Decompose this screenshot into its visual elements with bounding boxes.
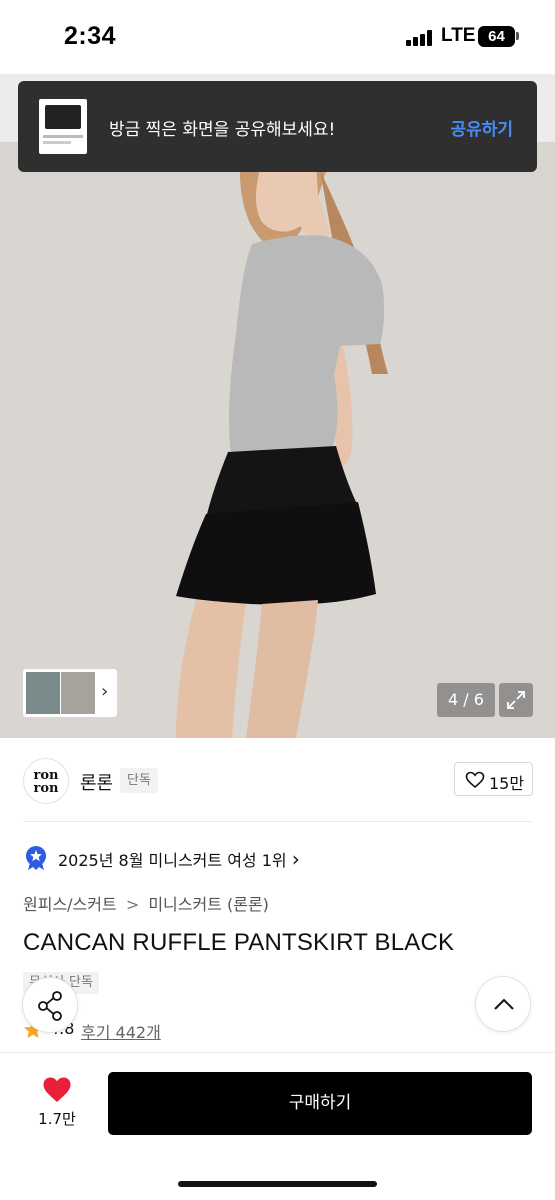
buy-button[interactable]: 구매하기	[108, 1072, 532, 1135]
heart-icon	[43, 1077, 71, 1102]
share-action-link[interactable]: 공유하기	[450, 115, 513, 140]
brand-like-count: 15만	[489, 774, 525, 793]
brand-like-button[interactable]: 15만	[454, 762, 533, 796]
scroll-top-button[interactable]	[475, 976, 531, 1032]
review-count-link[interactable]: 후기 442개	[81, 1019, 161, 1043]
thumbnail-image[interactable]	[61, 672, 95, 714]
brand-name[interactable]: 론론	[80, 769, 113, 795]
home-indicator[interactable]	[178, 1181, 377, 1187]
battery-icon: 64	[478, 26, 515, 47]
battery-tip	[516, 32, 519, 40]
breadcrumb-category[interactable]: 원피스/스커트	[23, 891, 117, 915]
chevron-right-icon: ›	[291, 847, 300, 871]
brand-exclusive-badge: 단독	[120, 768, 158, 793]
expand-icon	[507, 691, 525, 709]
wishlist-count: 1.7만	[38, 1110, 76, 1128]
model-illustration	[176, 160, 388, 738]
status-time: 2:34	[64, 22, 117, 50]
share-toast: 방금 찍은 화면을 공유해보세요! 공유하기	[18, 81, 537, 172]
thumbnail-strip[interactable]: ›	[23, 669, 117, 717]
thumbnail-image[interactable]	[26, 672, 60, 714]
product-image[interactable]	[0, 74, 555, 738]
chevron-right-icon: ›	[101, 681, 109, 702]
brand-logo[interactable]: ron ron	[23, 758, 69, 804]
toast-message: 방금 찍은 화면을 공유해보세요!	[109, 120, 336, 140]
rank-badge-icon	[26, 846, 46, 870]
ranking-text: 2025년 8월 미니스커트 여성 1위 ›	[58, 847, 300, 871]
network-type: LTE	[441, 25, 476, 46]
image-page-indicator: 4 / 6	[437, 683, 495, 717]
chevron-up-icon	[494, 998, 514, 1010]
share-icon	[38, 991, 62, 1021]
breadcrumb-subcategory[interactable]: 미니스커트 (론론)	[148, 891, 269, 915]
status-bar: 2:34 LTE 64	[0, 0, 555, 74]
heart-outline-icon	[465, 771, 485, 789]
wishlist-button[interactable]: 1.7만	[30, 1074, 84, 1134]
product-title: CANCAN RUFFLE PANTSKIRT BLACK	[23, 929, 455, 956]
divider	[23, 821, 532, 822]
signal-icon	[406, 30, 436, 46]
share-button[interactable]	[22, 977, 78, 1033]
expand-button[interactable]	[499, 683, 533, 717]
breadcrumb-separator: >	[125, 895, 140, 914]
screenshot-thumbnail[interactable]	[39, 99, 87, 154]
breadcrumb: 원피스/스커트 > 미니스커트 (론론)	[23, 891, 269, 915]
